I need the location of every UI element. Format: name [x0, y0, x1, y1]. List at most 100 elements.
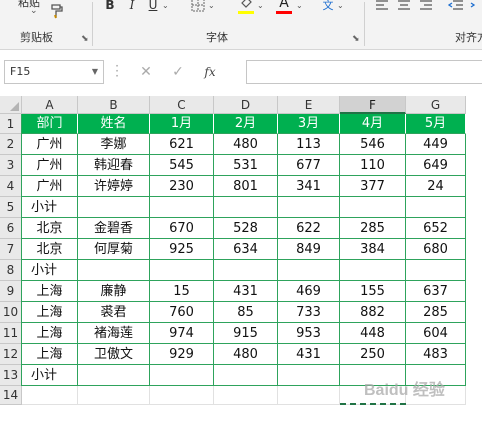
cell-d9[interactable]: 431 [214, 281, 278, 302]
cell-e2[interactable]: 113 [278, 134, 340, 155]
cell-e6[interactable]: 622 [278, 218, 340, 239]
cell-d7[interactable]: 634 [214, 239, 278, 260]
cell-d14[interactable] [214, 386, 278, 405]
cell-b14[interactable] [78, 386, 150, 405]
cell-f11[interactable]: 448 [340, 323, 406, 344]
fill-color-dropdown-icon[interactable]: ⌄ [257, 1, 264, 10]
cancel-icon[interactable]: ✕ [130, 64, 162, 80]
insert-function-icon[interactable]: fx [194, 65, 226, 79]
paste-dropdown-icon[interactable]: ⌄ [30, 6, 38, 16]
align-right-icon[interactable] [419, 0, 433, 11]
cell-a4[interactable]: 广州 [22, 176, 78, 197]
formula-input[interactable] [246, 60, 482, 84]
cell-b10[interactable]: 裘君 [78, 302, 150, 323]
cell-c11[interactable]: 974 [150, 323, 214, 344]
cell-f3[interactable]: 110 [340, 155, 406, 176]
cell-e8[interactable] [278, 260, 340, 281]
cell-g2[interactable]: 449 [406, 134, 466, 155]
cell-f10[interactable]: 882 [340, 302, 406, 323]
cell-d2[interactable]: 480 [214, 134, 278, 155]
cell-e1[interactable]: 3月 [278, 114, 340, 134]
select-all-button[interactable] [0, 96, 22, 114]
cell-d5[interactable] [214, 197, 278, 218]
cell-e5[interactable] [278, 197, 340, 218]
cell-g8[interactable] [406, 260, 466, 281]
cell-a7[interactable]: 北京 [22, 239, 78, 260]
cell-c2[interactable]: 621 [150, 134, 214, 155]
cell-a3[interactable]: 广州 [22, 155, 78, 176]
cell-g12[interactable]: 483 [406, 344, 466, 365]
cell-c3[interactable]: 545 [150, 155, 214, 176]
cell-a5[interactable]: 小计 [22, 197, 78, 218]
cell-c4[interactable]: 230 [150, 176, 214, 197]
cell-b7[interactable]: 何厚菊 [78, 239, 150, 260]
column-header-a[interactable]: A [22, 96, 78, 114]
cell-d1[interactable]: 2月 [214, 114, 278, 134]
column-header-d[interactable]: D [214, 96, 278, 114]
cell-g7[interactable]: 680 [406, 239, 466, 260]
row-header-4[interactable]: 4 [0, 176, 22, 197]
cell-e3[interactable]: 677 [278, 155, 340, 176]
column-header-e[interactable]: E [278, 96, 340, 114]
phonetic-guide-icon[interactable]: 文 [320, 0, 336, 13]
cell-f7[interactable]: 384 [340, 239, 406, 260]
cell-a12[interactable]: 上海 [22, 344, 78, 365]
cell-g10[interactable]: 285 [406, 302, 466, 323]
cell-e9[interactable]: 469 [278, 281, 340, 302]
cell-e4[interactable]: 341 [278, 176, 340, 197]
underline-button[interactable]: U [146, 0, 160, 12]
row-header-13[interactable]: 13 [0, 365, 22, 386]
name-box[interactable]: F15 ▼ [4, 60, 104, 84]
cell-g9[interactable]: 637 [406, 281, 466, 302]
cell-d11[interactable]: 915 [214, 323, 278, 344]
cell-a8[interactable]: 小计 [22, 260, 78, 281]
cell-f1[interactable]: 4月 [340, 114, 406, 134]
cell-g6[interactable]: 652 [406, 218, 466, 239]
cell-c14[interactable] [150, 386, 214, 405]
cell-c9[interactable]: 15 [150, 281, 214, 302]
italic-button[interactable]: I [125, 0, 139, 12]
cell-e7[interactable]: 849 [278, 239, 340, 260]
phonetic-dropdown-icon[interactable]: ⌄ [337, 1, 344, 10]
row-header-2[interactable]: 2 [0, 134, 22, 155]
cell-a13[interactable]: 小计 [22, 365, 78, 386]
cell-f12[interactable]: 250 [340, 344, 406, 365]
cell-e12[interactable]: 431 [278, 344, 340, 365]
column-header-f[interactable]: F [340, 96, 406, 114]
cell-g1[interactable]: 5月 [406, 114, 466, 134]
row-header-12[interactable]: 12 [0, 344, 22, 365]
cell-d6[interactable]: 528 [214, 218, 278, 239]
cell-a1[interactable]: 部门 [22, 114, 78, 134]
cell-b4[interactable]: 许婷婷 [78, 176, 150, 197]
cell-a14[interactable] [22, 386, 78, 405]
cell-f8[interactable] [340, 260, 406, 281]
column-header-c[interactable]: C [150, 96, 214, 114]
cell-b8[interactable] [78, 260, 150, 281]
cell-g3[interactable]: 649 [406, 155, 466, 176]
cell-c6[interactable]: 670 [150, 218, 214, 239]
cell-a10[interactable]: 上海 [22, 302, 78, 323]
cell-d10[interactable]: 85 [214, 302, 278, 323]
name-box-dropdown-icon[interactable]: ▼ [92, 61, 98, 83]
cell-b1[interactable]: 姓名 [78, 114, 150, 134]
cell-e10[interactable]: 733 [278, 302, 340, 323]
cell-c7[interactable]: 925 [150, 239, 214, 260]
row-header-11[interactable]: 11 [0, 323, 22, 344]
cell-b3[interactable]: 韩迎春 [78, 155, 150, 176]
row-header-6[interactable]: 6 [0, 218, 22, 239]
cell-e14[interactable] [278, 386, 340, 405]
clipboard-launcher-icon[interactable]: ⬊ [81, 34, 89, 44]
cell-b6[interactable]: 金碧香 [78, 218, 150, 239]
underline-dropdown-icon[interactable]: ⌄ [162, 1, 169, 10]
cell-d12[interactable]: 480 [214, 344, 278, 365]
format-painter-icon[interactable] [46, 1, 68, 21]
cell-b13[interactable] [78, 365, 150, 386]
formula-bar-grip-icon[interactable]: · · · [112, 60, 122, 82]
row-header-10[interactable]: 10 [0, 302, 22, 323]
cell-d13[interactable] [214, 365, 278, 386]
cell-g11[interactable]: 604 [406, 323, 466, 344]
row-header-3[interactable]: 3 [0, 155, 22, 176]
decrease-indent-icon[interactable] [448, 0, 464, 11]
column-header-b[interactable]: B [78, 96, 150, 114]
row-header-7[interactable]: 7 [0, 239, 22, 260]
